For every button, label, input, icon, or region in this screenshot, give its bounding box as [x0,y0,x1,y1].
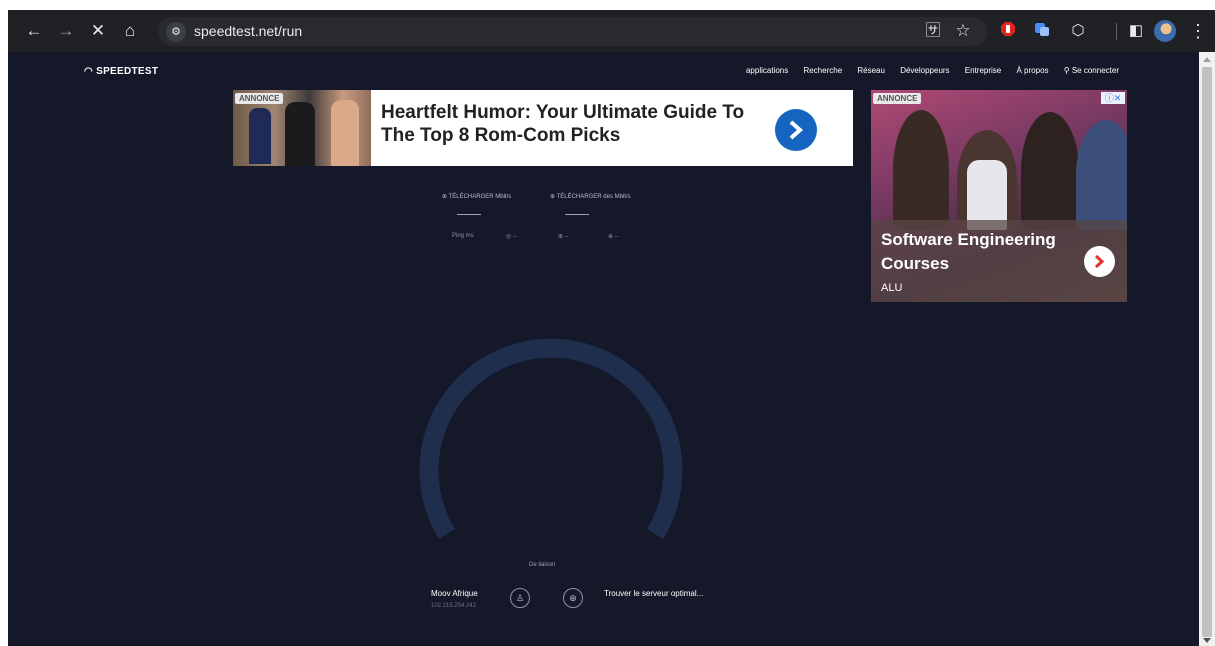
banner-ad[interactable]: ANNONCE Heartfelt Humor: Your Ultimate G… [233,90,853,166]
browser-toolbar: ← → ✕ ⌂ ⚙ speedtest.net/run 🈂 ☆ ⬡ ◧ ⋮ [8,10,1215,52]
speedtest-page: ◠ SPEEDTEST applications Recherche Résea… [8,52,1199,646]
scroll-up-icon[interactable] [1203,57,1211,62]
download-label: ⊕ TÉLÉCHARGER Mbit/s [442,194,512,200]
ad-arrow-button[interactable] [775,109,817,151]
back-icon[interactable]: ← [24,21,44,41]
ping-value: ◎ -- [506,234,517,240]
server-status[interactable]: Trouver le serveur optimal... [604,589,703,598]
stop-icon[interactable]: ✕ [88,21,108,41]
nav-recherche[interactable]: Recherche [803,66,842,75]
home-icon[interactable]: ⌂ [120,21,140,41]
toolbar-divider [1116,23,1117,40]
extensions-icon[interactable]: ⬡ [1068,21,1088,41]
ping-label: Ping ms [452,233,474,239]
isp-ip: 102.215.254.242 [431,603,477,609]
ad-badge: ANNONCE [873,93,922,104]
nav-a-propos[interactable]: À propos [1017,66,1049,75]
chevron-right-icon [789,120,804,140]
user-icon: ♙ [510,588,530,608]
scroll-down-icon[interactable] [1203,638,1211,643]
address-bar[interactable]: ⚙ speedtest.net/run [158,17,988,46]
scrollbar-thumb[interactable] [1202,67,1212,637]
jitter-upload-value: ⊕ -- [608,234,619,240]
top-navigation: applications Recherche Réseau Développeu… [733,66,1119,75]
download-value-placeholder [457,214,481,215]
chevron-right-icon [1094,254,1105,269]
nav-developpeurs[interactable]: Développeurs [900,66,949,75]
speedtest-logo[interactable]: ◠ SPEEDTEST [84,66,158,77]
ad-badge: ANNONCE [235,93,284,104]
adblock-extension-icon[interactable] [998,21,1018,41]
globe-icon: ⊕ [563,588,583,608]
upload-value-placeholder [565,214,589,215]
adchoices-icon[interactable]: ⓘ✕ [1101,92,1125,104]
side-ad[interactable]: ANNONCE ⓘ✕ Software Engineering Courses … [871,90,1127,302]
speed-gauge [419,338,683,539]
nav-sign-in[interactable]: ⚲ Se connecter [1064,66,1119,75]
ad-headline[interactable]: Heartfelt Humor: Your Ultimate Guide To … [381,101,781,147]
profile-avatar[interactable] [1154,20,1176,42]
bookmark-star-icon[interactable]: ☆ [953,21,973,41]
connection-status: De liaison [529,562,556,568]
site-info-icon[interactable]: ⚙ [166,22,186,42]
translate-extension-icon[interactable] [1032,21,1052,41]
ad-title[interactable]: Software Engineering Courses [881,228,1081,276]
isp-name: Moov Afrique [431,589,478,598]
ad-brand: ALU [881,282,903,294]
upload-label: ⊕ TÉLÉCHARGER des Mbit/s [550,194,631,200]
side-panel-icon[interactable]: ◧ [1126,21,1146,41]
ad-arrow-button[interactable] [1084,246,1115,277]
nav-applications[interactable]: applications [746,66,788,75]
page-scrollbar[interactable] [1199,52,1215,646]
url-text[interactable]: speedtest.net/run [194,23,302,39]
nav-reseau[interactable]: Réseau [857,66,885,75]
forward-icon[interactable]: → [56,21,76,41]
menu-icon[interactable]: ⋮ [1188,21,1208,41]
jitter-download-value: ⊕ -- [558,234,569,240]
translate-icon[interactable]: 🈂 [923,21,943,41]
nav-entreprise[interactable]: Entreprise [965,66,1001,75]
